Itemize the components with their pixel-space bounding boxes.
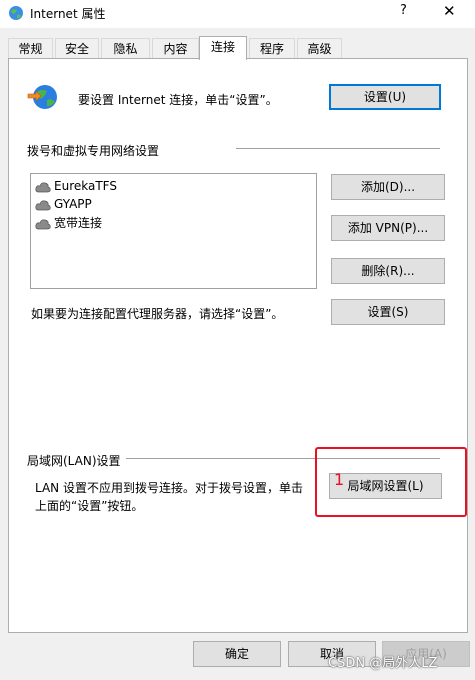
dialup-divider <box>236 148 440 149</box>
setup-button[interactable]: 设置(U) <box>329 84 441 110</box>
list-item-label: EurekaTFS <box>54 179 117 193</box>
help-button[interactable]: ? <box>400 3 407 18</box>
lan-description-line1: LAN 设置不应用到拨号连接。对于拨号设置，单击 <box>35 481 303 495</box>
lan-heading: 局域网(LAN)设置 <box>27 454 121 468</box>
annotation-number: 1 <box>334 470 345 489</box>
tab-security[interactable]: 安全 <box>55 38 99 59</box>
tab-content[interactable]: 内容 <box>152 38 199 59</box>
window-title: Internet 属性 <box>30 7 106 21</box>
dialup-heading: 拨号和虚拟专用网络设置 <box>27 144 160 158</box>
remove-button[interactable]: 删除(R)... <box>331 258 445 284</box>
list-item[interactable]: GYAPP <box>35 195 92 213</box>
tab-advanced[interactable]: 高级 <box>297 38 342 59</box>
list-item-label: GYAPP <box>54 197 92 211</box>
watermark: CSDN @局外人LZ <box>328 656 438 671</box>
tab-general[interactable]: 常规 <box>8 38 53 59</box>
add-button[interactable]: 添加(D)... <box>331 174 445 200</box>
tab-programs[interactable]: 程序 <box>249 38 295 59</box>
setup-description: 要设置 Internet 连接，单击“设置”。 <box>78 93 278 107</box>
internet-options-icon <box>9 6 23 20</box>
network-cloud-icon <box>35 218 51 229</box>
network-cloud-icon <box>35 181 51 192</box>
lan-description-line2: 上面的“设置”按钮。 <box>35 499 144 513</box>
close-button[interactable]: ✕ <box>443 2 456 20</box>
list-item[interactable]: 宽带连接 <box>35 214 102 232</box>
list-item[interactable]: EurekaTFS <box>35 177 117 195</box>
tab-connections[interactable]: 连接 <box>199 36 247 60</box>
connections-listbox[interactable]: EurekaTFS GYAPP 宽带连接 <box>30 173 317 289</box>
network-cloud-icon <box>35 199 51 210</box>
list-item-label: 宽带连接 <box>54 216 103 230</box>
add-vpn-button[interactable]: 添加 VPN(P)... <box>331 215 445 241</box>
proxy-hint: 如果要为连接配置代理服务器，请选择“设置”。 <box>31 307 284 321</box>
ok-button[interactable]: 确定 <box>193 641 281 667</box>
tab-privacy[interactable]: 隐私 <box>101 38 150 59</box>
title-bar: Internet 属性 ? ✕ <box>0 0 475 28</box>
globe-connection-icon <box>27 85 57 109</box>
dialup-settings-button[interactable]: 设置(S) <box>331 299 445 325</box>
